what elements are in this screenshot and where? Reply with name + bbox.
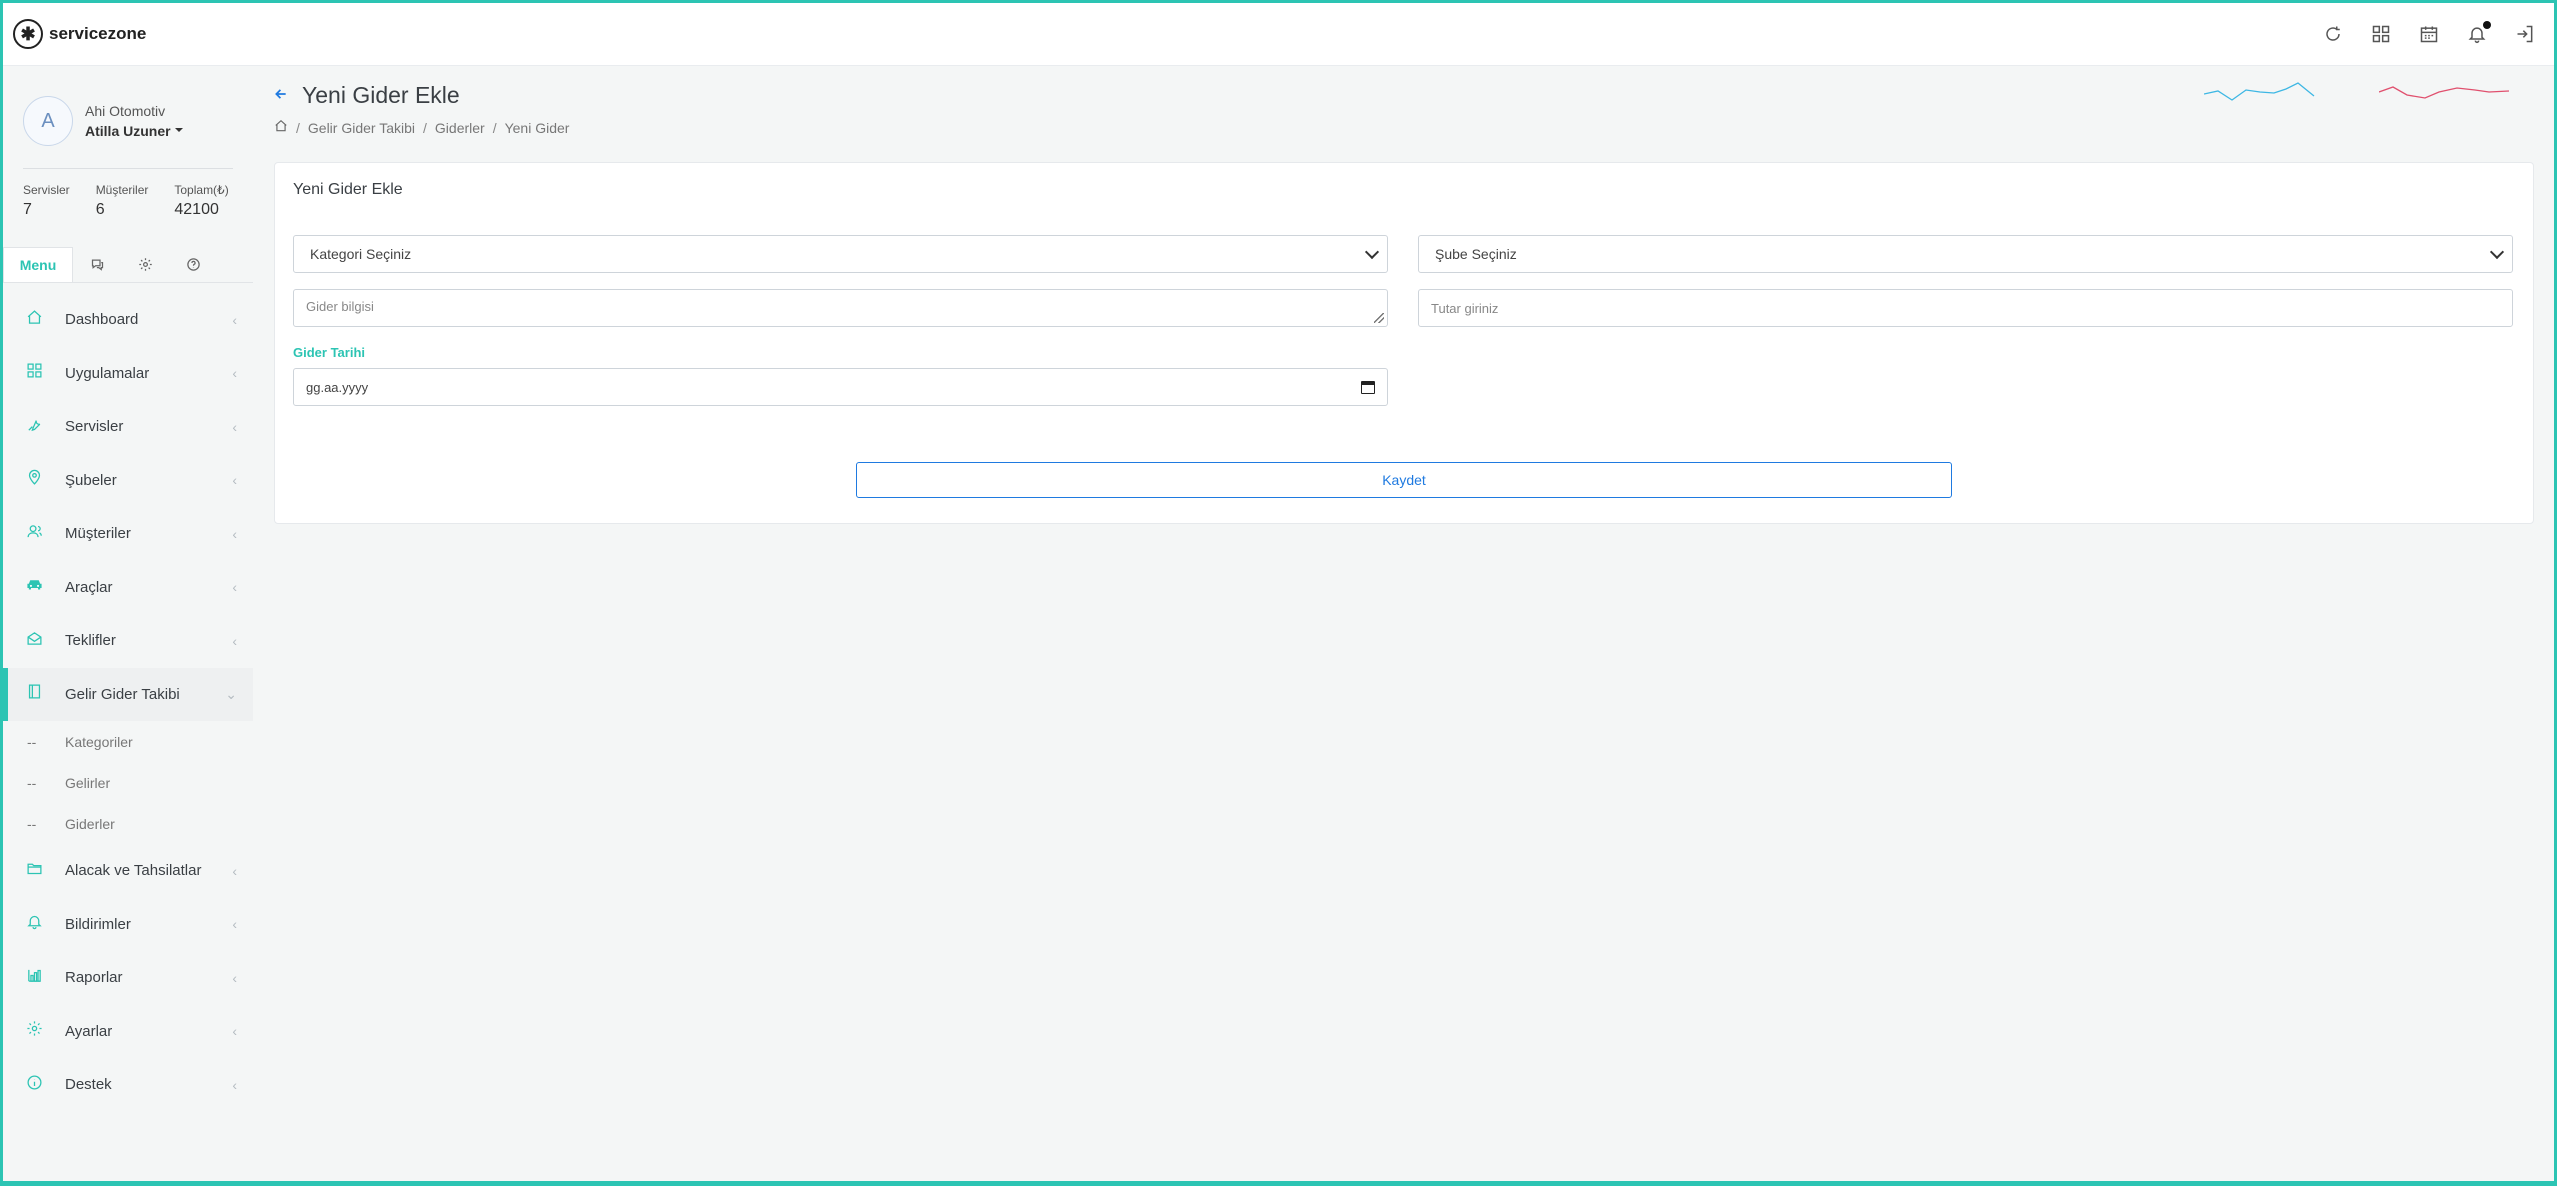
notification-dot	[2483, 21, 2491, 29]
grid-icon	[23, 362, 45, 384]
sidebar-item-customers[interactable]: Müşteriler ‹	[3, 507, 253, 561]
submenu-item-incomes[interactable]: -- Gelirler	[3, 762, 253, 803]
top-bar: ✱ servicezone	[3, 3, 2554, 66]
sidebar-item-receivables[interactable]: Alacak ve Tahsilatlar ‹	[3, 844, 253, 898]
folder-icon	[23, 860, 45, 882]
branch-select[interactable]: Şube Seçiniz	[1418, 235, 2513, 273]
sidebar-item-vehicles[interactable]: Araçlar ‹	[3, 561, 253, 615]
sparkline-blue	[2204, 82, 2315, 101]
mail-open-icon	[23, 630, 45, 652]
stat-customers: Müşteriler 6	[95, 183, 149, 218]
page-header: Yeni Gider Ekle / Gelir Gider Takibi / G…	[274, 66, 2534, 162]
form-left-column: Kategori Seçiniz Gider bilgisi Gider Tar…	[293, 235, 1388, 406]
main-content: Yeni Gider Ekle / Gelir Gider Takibi / G…	[274, 66, 2534, 524]
avatar[interactable]: A	[23, 96, 73, 146]
expense-form-card: Yeni Gider Ekle Kategori Seçiniz Gider b…	[274, 162, 2534, 524]
bell-icon	[23, 913, 45, 935]
chevron-left-icon: ‹	[232, 472, 237, 489]
profile-company: Ahi Otomotiv	[85, 103, 166, 119]
car-icon	[23, 576, 45, 598]
info-icon	[23, 1074, 45, 1096]
sidebar: A Ahi Otomotiv Atilla Uzuner Servisler 7…	[3, 66, 253, 1181]
breadcrumb: / Gelir Gider Takibi / Giderler / Yeni G…	[274, 119, 2534, 136]
bell-icon[interactable]	[2466, 21, 2491, 45]
chevron-left-icon: ‹	[232, 916, 237, 933]
sidebar-item-income-expense[interactable]: Gelir Gider Takibi ⌄	[3, 667, 253, 721]
top-icons	[2322, 21, 2536, 45]
card-title: Yeni Gider Ekle	[293, 181, 403, 198]
bar-chart-icon	[23, 967, 45, 989]
chevron-left-icon: ‹	[232, 969, 237, 986]
tab-chat[interactable]	[73, 247, 121, 282]
resize-handle[interactable]	[1374, 313, 1384, 323]
brand-gear-icon: ✱	[13, 19, 43, 49]
sidebar-menu: Dashboard ‹ Uygulamalar ‹ Servisler ‹ Şu…	[3, 293, 253, 1112]
sidebar-item-settings[interactable]: Ayarlar ‹	[3, 1005, 253, 1059]
stats: Servisler 7 Müşteriler 6 Toplam(₺) 42100	[3, 169, 253, 247]
submenu-item-expenses[interactable]: -- Giderler	[3, 803, 253, 844]
profile-user-dropdown[interactable]: Atilla Uzuner	[85, 123, 183, 139]
chevron-left-icon: ‹	[232, 862, 237, 879]
expense-date-input[interactable]: gg.aa.yyyy	[293, 368, 1388, 406]
apps-grid-icon[interactable]	[2370, 23, 2392, 45]
breadcrumb-expenses[interactable]: Giderler	[435, 120, 485, 136]
category-select[interactable]: Kategori Seçiniz	[293, 235, 1388, 273]
sidebar-item-dashboard[interactable]: Dashboard ‹	[3, 293, 253, 347]
stat-total: Toplam(₺) 42100	[174, 183, 229, 218]
tab-settings[interactable]	[121, 247, 169, 282]
sidebar-tabs: Menu	[3, 247, 253, 283]
amount-input[interactable]: Tutar giriniz	[1418, 289, 2513, 327]
chevron-left-icon: ‹	[232, 579, 237, 596]
form-right-column: Şube Seçiniz Tutar giriniz	[1418, 235, 2513, 406]
chevron-left-icon: ‹	[232, 311, 237, 328]
chevron-down-icon	[1364, 244, 1380, 259]
submenu-item-categories[interactable]: -- Kategoriler	[3, 721, 253, 762]
gear-icon	[138, 258, 152, 271]
home-icon	[23, 309, 45, 331]
refresh-icon[interactable]	[2322, 23, 2344, 45]
expense-info-textarea[interactable]: Gider bilgisi	[293, 289, 1388, 327]
page-title: Yeni Gider Ekle	[302, 82, 460, 108]
stat-services: Servisler 7	[23, 183, 70, 218]
sidebar-item-support[interactable]: Destek ‹	[3, 1058, 253, 1112]
sidebar-item-notifications[interactable]: Bildirimler ‹	[3, 898, 253, 952]
chevron-down-icon: ⌄	[225, 685, 237, 702]
sparklines	[2204, 82, 2514, 106]
brand-name: servicezone	[49, 24, 147, 43]
sidebar-item-branches[interactable]: Şubeler ‹	[3, 454, 253, 508]
tab-menu[interactable]: Menu	[3, 247, 73, 282]
sidebar-item-apps[interactable]: Uygulamalar ‹	[3, 347, 253, 401]
question-icon	[186, 258, 200, 271]
breadcrumb-new-expense: Yeni Gider	[504, 119, 570, 136]
wrench-icon	[23, 416, 45, 438]
sidebar-item-services[interactable]: Servisler ‹	[3, 400, 253, 454]
chat-icon	[91, 259, 103, 271]
back-arrow-icon[interactable]	[274, 84, 288, 107]
chevron-left-icon: ‹	[232, 1076, 237, 1093]
location-pin-icon	[23, 469, 45, 491]
chevron-left-icon: ‹	[232, 418, 237, 435]
expense-date-label: Gider Tarihi	[293, 345, 365, 360]
calendar-icon[interactable]	[2418, 23, 2440, 45]
tab-help[interactable]	[169, 247, 217, 282]
profile: A Ahi Otomotiv Atilla Uzuner	[3, 66, 253, 158]
sparkline-red	[2379, 86, 2510, 99]
logout-icon[interactable]	[2514, 23, 2536, 45]
chevron-left-icon: ‹	[232, 632, 237, 649]
users-icon	[23, 523, 45, 545]
home-icon[interactable]	[274, 119, 288, 136]
calendar-picker-icon[interactable]	[1361, 380, 1375, 394]
book-icon	[23, 683, 45, 705]
sidebar-item-offers[interactable]: Teklifler ‹	[3, 614, 253, 668]
brand-logo[interactable]: ✱ servicezone	[13, 19, 146, 49]
chevron-left-icon: ‹	[232, 525, 237, 542]
chevron-left-icon: ‹	[232, 365, 237, 382]
chevron-down-icon	[2489, 244, 2505, 259]
chevron-left-icon: ‹	[232, 1023, 237, 1040]
gear-icon	[23, 1020, 45, 1042]
breadcrumb-income-expense[interactable]: Gelir Gider Takibi	[308, 120, 415, 136]
sidebar-item-reports[interactable]: Raporlar ‹	[3, 951, 253, 1005]
save-button[interactable]: Kaydet	[856, 462, 1952, 498]
